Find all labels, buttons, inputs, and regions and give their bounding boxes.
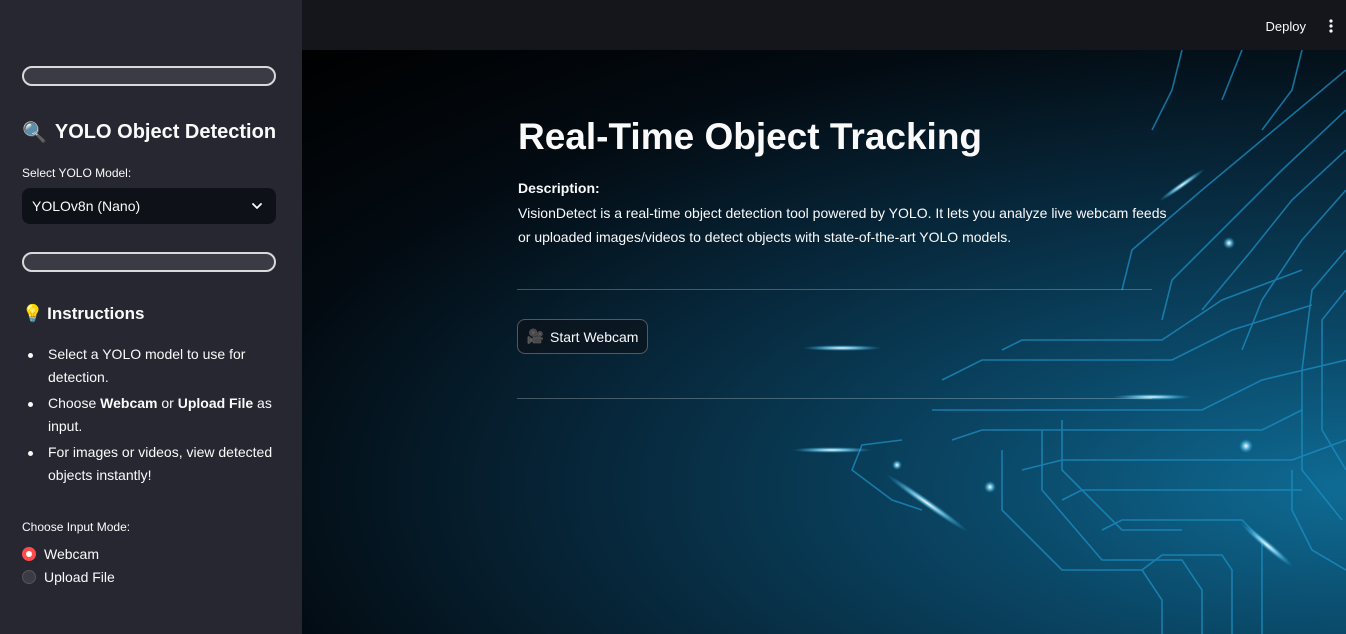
video-camera-icon: 🎥 [526, 328, 544, 344]
sidebar-middle-bar [22, 252, 276, 272]
lightbulb-icon: 💡 [22, 304, 44, 323]
description-text: VisionDetect is a real-time object detec… [518, 205, 1167, 245]
divider [517, 398, 1152, 399]
chevron-down-icon [252, 203, 262, 209]
page-title: Real-Time Object Tracking [518, 116, 983, 157]
radio-selected-icon [22, 547, 36, 561]
sidebar: 🔍 YOLO Object Detection Select YOLO Mode… [0, 0, 302, 634]
main-content: Real-Time Object Tracking Description: V… [302, 50, 1346, 634]
model-select-label: Select YOLO Model: [22, 166, 132, 180]
magnifier-icon: 🔍 [22, 122, 47, 144]
instructions-heading: 💡 Instructions [22, 304, 144, 324]
instruction-item: Select a YOLO model to use for detection… [22, 343, 276, 389]
radio-unselected-icon [22, 570, 36, 584]
divider [517, 289, 1152, 290]
model-select-value: YOLOv8n (Nano) [32, 198, 141, 214]
instruction-item: For images or videos, view detected obje… [22, 441, 276, 487]
sidebar-title-text: YOLO Object Detection [54, 121, 277, 143]
sidebar-top-bar [22, 66, 276, 86]
input-mode-label: Choose Input Mode: [22, 520, 131, 534]
instructions-heading-text: Instructions [47, 304, 145, 323]
description-label: Description: [518, 180, 600, 196]
radio-upload-label: Upload File [44, 569, 115, 585]
sidebar-title: 🔍 YOLO Object Detection [22, 120, 276, 145]
start-webcam-button[interactable]: 🎥 Start Webcam [517, 319, 648, 354]
instructions-list: Select a YOLO model to use for detection… [22, 343, 276, 490]
instruction-item: Choose Webcam or Upload File as input. [22, 392, 276, 438]
deploy-button[interactable]: Deploy [1266, 19, 1306, 34]
radio-webcam[interactable]: Webcam [22, 546, 99, 562]
start-webcam-label: Start Webcam [550, 328, 639, 345]
top-header: Deploy [302, 0, 1346, 50]
more-vertical-icon[interactable] [1326, 19, 1336, 33]
radio-webcam-label: Webcam [44, 546, 99, 562]
radio-upload-file[interactable]: Upload File [22, 569, 115, 585]
model-select[interactable]: YOLOv8n (Nano) [22, 188, 276, 224]
